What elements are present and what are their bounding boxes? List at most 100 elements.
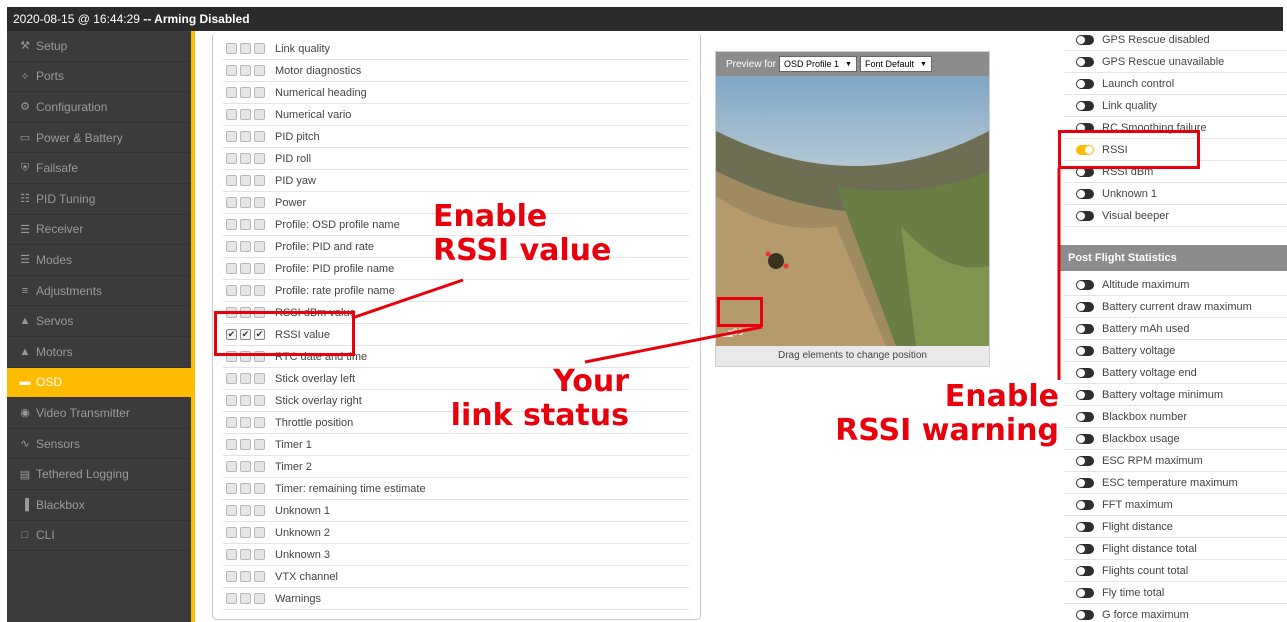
element-checkbox-2[interactable] — [240, 109, 251, 120]
element-checkbox-2[interactable] — [240, 131, 251, 142]
element-checkbox-3[interactable] — [254, 505, 265, 516]
toggle-switch[interactable] — [1076, 433, 1094, 444]
osd-profile-select[interactable]: OSD Profile 1 ▼ — [779, 56, 857, 72]
element-checkbox-3[interactable] — [254, 549, 265, 560]
sidebar-item-osd[interactable]: ▬ OSD — [7, 367, 191, 399]
element-checkbox-2[interactable] — [240, 197, 251, 208]
toggle-switch[interactable] — [1076, 587, 1094, 598]
element-checkbox-2[interactable] — [240, 417, 251, 428]
element-checkbox-2[interactable] — [240, 461, 251, 472]
toggle-switch[interactable] — [1076, 389, 1094, 400]
toggle-switch[interactable] — [1076, 565, 1094, 576]
toggle-switch[interactable] — [1076, 100, 1094, 111]
toggle-switch[interactable] — [1076, 499, 1094, 510]
sidebar-item-configuration[interactable]: ⚙ Configuration — [7, 92, 191, 123]
sidebar-item-adjustments[interactable]: ≡ Adjustments — [7, 276, 191, 307]
rssi-osd-readout[interactable]: ▂▄▆99 — [720, 328, 744, 338]
sidebar-item-setup[interactable]: ⚒ Setup — [7, 31, 191, 62]
element-checkbox-3[interactable] — [254, 109, 265, 120]
element-checkbox-1[interactable] — [226, 439, 237, 450]
sidebar-item-ports[interactable]: ✧ Ports — [7, 62, 191, 93]
element-checkbox-3[interactable] — [254, 417, 265, 428]
element-checkbox-1[interactable] — [226, 109, 237, 120]
sidebar-item-video-transmitter[interactable]: ◉ Video Transmitter — [7, 398, 191, 429]
sidebar-item-failsafe[interactable]: ⛨ Failsafe — [7, 153, 191, 184]
toggle-switch[interactable] — [1076, 543, 1094, 554]
element-checkbox-3[interactable] — [254, 131, 265, 142]
element-checkbox-2[interactable] — [240, 593, 251, 604]
toggle-switch[interactable] — [1076, 367, 1094, 378]
element-checkbox-3[interactable] — [254, 527, 265, 538]
toggle-switch[interactable] — [1076, 521, 1094, 532]
element-checkbox-2[interactable] — [240, 483, 251, 494]
element-checkbox-1[interactable] — [226, 131, 237, 142]
toggle-switch[interactable] — [1076, 323, 1094, 334]
element-checkbox-1[interactable] — [226, 549, 237, 560]
sidebar-item-motors[interactable]: ▲ Motors — [7, 337, 191, 368]
element-checkbox-2[interactable] — [240, 285, 251, 296]
element-checkbox-2[interactable] — [240, 219, 251, 230]
toggle-switch[interactable] — [1076, 188, 1094, 199]
sidebar-item-tethered-logging[interactable]: ▤ Tethered Logging — [7, 459, 191, 490]
toggle-switch[interactable] — [1076, 34, 1094, 45]
element-checkbox-1[interactable] — [226, 175, 237, 186]
element-checkbox-1[interactable] — [226, 43, 237, 54]
toggle-switch[interactable] — [1076, 477, 1094, 488]
sidebar-item-blackbox[interactable]: ▐ Blackbox — [7, 490, 191, 521]
element-checkbox-3[interactable] — [254, 285, 265, 296]
element-checkbox-3[interactable] — [254, 153, 265, 164]
element-checkbox-3[interactable] — [254, 373, 265, 384]
element-checkbox-1[interactable] — [226, 417, 237, 428]
element-checkbox-2[interactable] — [240, 87, 251, 98]
element-checkbox-2[interactable] — [240, 263, 251, 274]
element-checkbox-1[interactable] — [226, 219, 237, 230]
toggle-switch[interactable] — [1076, 210, 1094, 221]
element-checkbox-3[interactable] — [254, 263, 265, 274]
element-checkbox-1[interactable] — [226, 527, 237, 538]
element-checkbox-3[interactable] — [254, 593, 265, 604]
element-checkbox-1[interactable] — [226, 285, 237, 296]
element-checkbox-3[interactable] — [254, 219, 265, 230]
font-select[interactable]: Font Default ▼ — [859, 56, 932, 72]
element-checkbox-1[interactable] — [226, 241, 237, 252]
element-checkbox-3[interactable] — [254, 571, 265, 582]
sidebar-item-cli[interactable]: □ CLI — [7, 521, 191, 552]
element-checkbox-1[interactable] — [226, 395, 237, 406]
element-checkbox-1[interactable] — [226, 593, 237, 604]
toggle-switch[interactable] — [1076, 345, 1094, 356]
sidebar-item-sensors[interactable]: ∿ Sensors — [7, 429, 191, 460]
element-checkbox-2[interactable] — [240, 527, 251, 538]
element-checkbox-1[interactable] — [226, 197, 237, 208]
sidebar-item-receiver[interactable]: ☰ Receiver — [7, 215, 191, 246]
sidebar-item-pid-tuning[interactable]: ☷ PID Tuning — [7, 184, 191, 215]
element-checkbox-3[interactable] — [254, 439, 265, 450]
toggle-switch[interactable] — [1076, 455, 1094, 466]
element-checkbox-1[interactable] — [226, 571, 237, 582]
element-checkbox-1[interactable] — [226, 373, 237, 384]
element-checkbox-1[interactable] — [226, 461, 237, 472]
element-checkbox-2[interactable] — [240, 241, 251, 252]
element-checkbox-1[interactable] — [226, 87, 237, 98]
element-checkbox-1[interactable] — [226, 153, 237, 164]
sidebar-item-power-battery[interactable]: ▭ Power & Battery — [7, 123, 191, 154]
toggle-switch[interactable] — [1076, 301, 1094, 312]
element-checkbox-2[interactable] — [240, 395, 251, 406]
element-checkbox-2[interactable] — [240, 505, 251, 516]
element-checkbox-1[interactable] — [226, 483, 237, 494]
toggle-switch[interactable] — [1076, 411, 1094, 422]
element-checkbox-2[interactable] — [240, 373, 251, 384]
element-checkbox-3[interactable] — [254, 65, 265, 76]
toggle-switch[interactable] — [1076, 78, 1094, 89]
element-checkbox-3[interactable] — [254, 175, 265, 186]
element-checkbox-2[interactable] — [240, 43, 251, 54]
element-checkbox-3[interactable] — [254, 241, 265, 252]
element-checkbox-3[interactable] — [254, 197, 265, 208]
element-checkbox-2[interactable] — [240, 153, 251, 164]
element-checkbox-3[interactable] — [254, 395, 265, 406]
sidebar-item-modes[interactable]: ☰ Modes — [7, 245, 191, 276]
element-checkbox-1[interactable] — [226, 65, 237, 76]
toggle-switch[interactable] — [1076, 609, 1094, 620]
element-checkbox-2[interactable] — [240, 571, 251, 582]
element-checkbox-2[interactable] — [240, 439, 251, 450]
element-checkbox-3[interactable] — [254, 461, 265, 472]
